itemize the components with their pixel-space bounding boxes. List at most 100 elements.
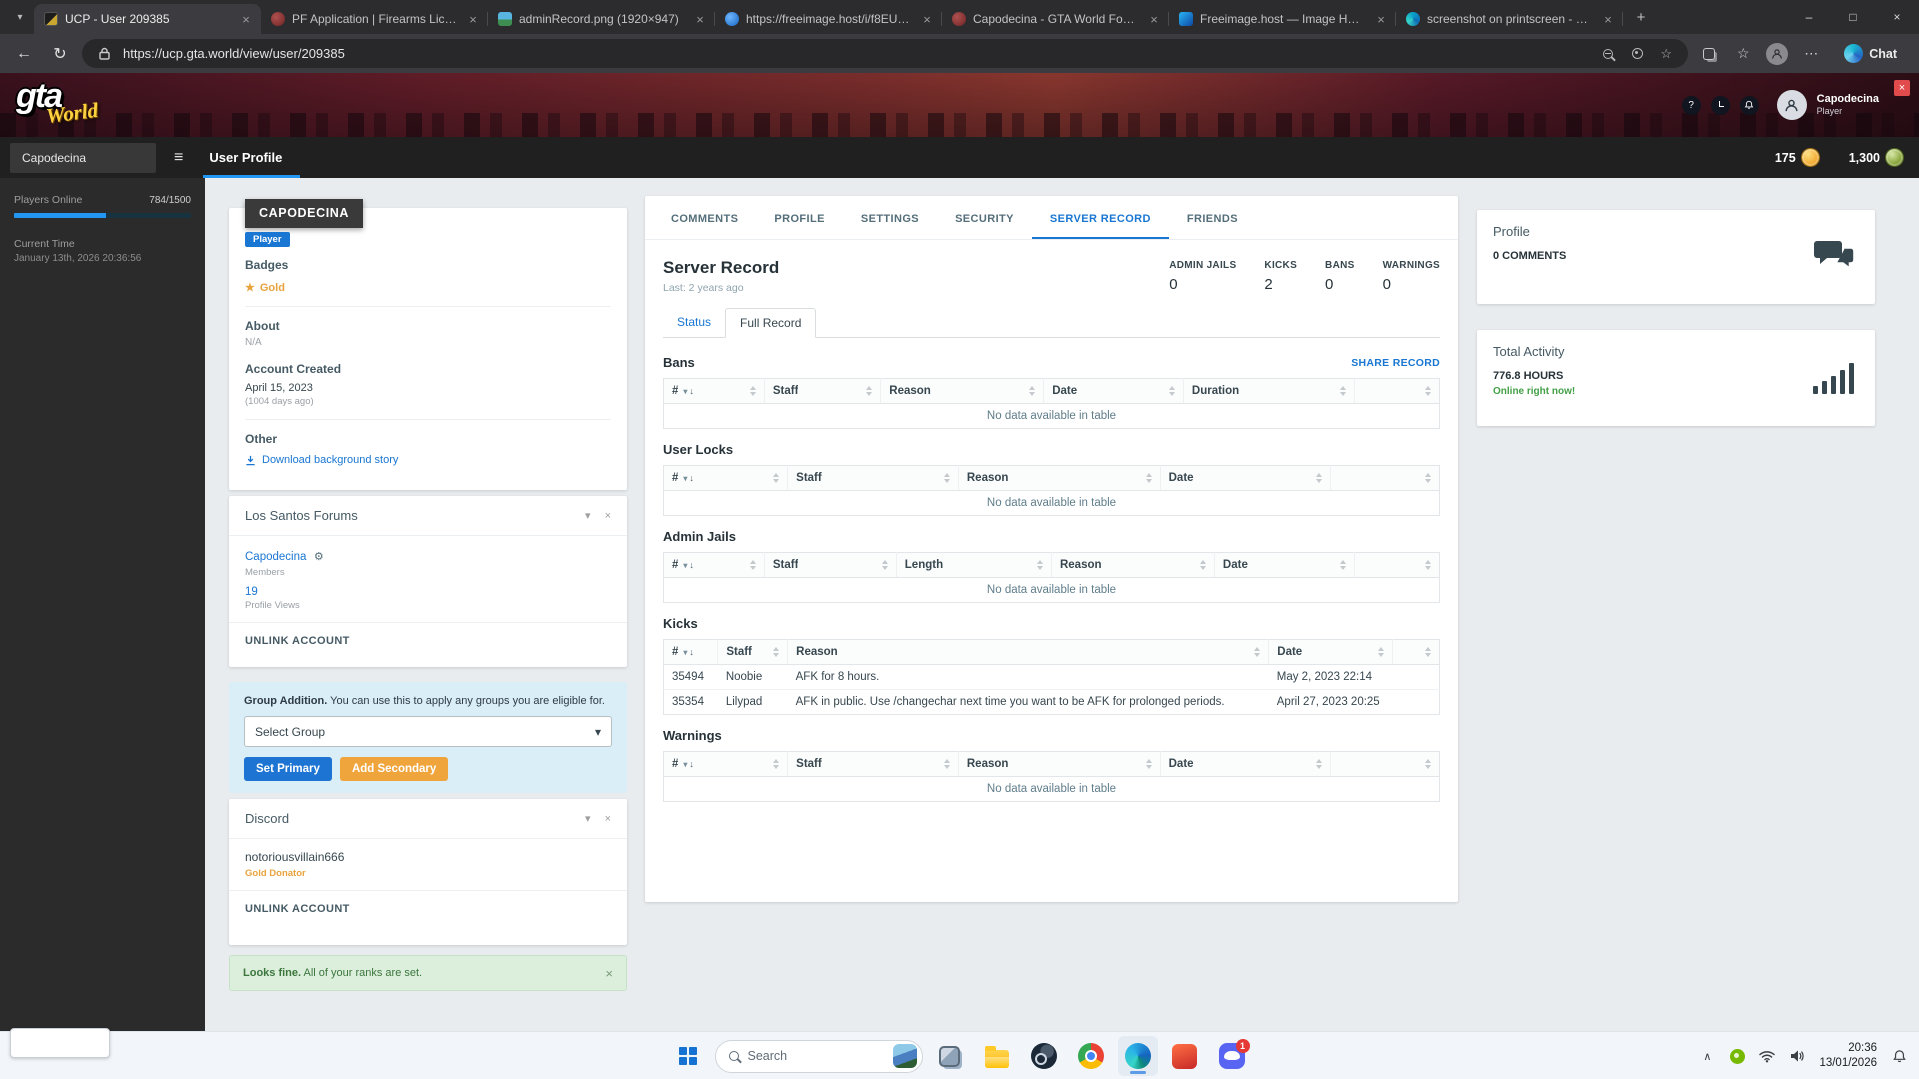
tab-comments[interactable]: COMMENTS: [653, 196, 756, 239]
forums-card-title: Los Santos Forums: [245, 508, 358, 523]
browser-tab-freeimage-link[interactable]: https://freeimage.host/i/f8EUFV9 ×: [715, 4, 942, 34]
wifi-icon[interactable]: [1755, 1042, 1779, 1070]
hamburger-icon[interactable]: ≡: [174, 149, 183, 167]
steam-button[interactable]: [1024, 1036, 1064, 1076]
tab-close-icon[interactable]: ×: [464, 10, 482, 28]
admin-jails-heading: Admin Jails: [663, 529, 736, 544]
subtab-status[interactable]: Status: [663, 308, 725, 337]
browser-tab-ucp[interactable]: UCP - User 209385 ×: [34, 4, 261, 34]
game-launcher-button[interactable]: [1165, 1036, 1205, 1076]
about-heading: About: [245, 319, 280, 333]
chrome-button[interactable]: [1071, 1036, 1111, 1076]
tab-title: PF Application | Firearms Licensin: [292, 12, 457, 26]
forum-account-link[interactable]: Capodecina: [245, 551, 306, 563]
browser-tab-admin-record-image[interactable]: adminRecord.png (1920×947) ×: [488, 4, 715, 34]
close-icon[interactable]: ×: [605, 510, 611, 522]
tab-close-icon[interactable]: ×: [691, 10, 709, 28]
chat-button[interactable]: Chat: [1832, 40, 1909, 67]
edge-button[interactable]: [1117, 1036, 1158, 1076]
alert-close-icon[interactable]: ×: [605, 966, 613, 981]
hidden-icons-button[interactable]: ∧: [1695, 1042, 1719, 1070]
zoom-out-icon[interactable]: [1598, 44, 1618, 64]
header-username: Capodecina: [1816, 93, 1879, 105]
gta-world-logo[interactable]: gta World: [16, 77, 146, 133]
profile-views-link[interactable]: 19: [245, 586, 611, 598]
bell-icon[interactable]: [1739, 95, 1759, 115]
tab-close-icon[interactable]: ×: [918, 10, 936, 28]
collapse-icon[interactable]: ▾: [585, 509, 591, 522]
browser-tab-freeimage-host[interactable]: Freeimage.host — Image Hosting ×: [1169, 4, 1396, 34]
new-tab-button[interactable]: +: [1629, 5, 1653, 29]
file-explorer-button[interactable]: [977, 1036, 1017, 1076]
favorites-icon[interactable]: ☆: [1730, 41, 1756, 67]
browser-tab-pf-application[interactable]: PF Application | Firearms Licensin ×: [261, 4, 488, 34]
volume-icon[interactable]: [1785, 1042, 1809, 1070]
maximize-button[interactable]: □: [1831, 0, 1875, 33]
tracking-prevention-icon[interactable]: [1627, 44, 1647, 64]
download-icon: [245, 455, 256, 466]
more-options-button[interactable]: ⋯: [1798, 41, 1824, 67]
forums-unlink-button[interactable]: UNLINK ACCOUNT: [229, 623, 627, 659]
add-secondary-button[interactable]: Add Secondary: [339, 757, 449, 781]
tab-friends[interactable]: FRIENDS: [1169, 196, 1256, 239]
taskbar-clock[interactable]: 20:36 13/01/2026: [1819, 1041, 1877, 1071]
discord-card-title: Discord: [245, 811, 290, 826]
tab-security[interactable]: SECURITY: [937, 196, 1032, 239]
notification-center-button[interactable]: [1887, 1042, 1911, 1070]
gold-badge: ★ Gold: [245, 281, 611, 295]
tab-profile[interactable]: PROFILE: [756, 196, 842, 239]
profile-avatar[interactable]: [1764, 41, 1790, 67]
site-navbar: Capodecina ≡ User Profile 175 1,300: [0, 137, 1919, 178]
tab-search-button[interactable]: ▾: [8, 5, 32, 29]
task-view-button[interactable]: [930, 1036, 970, 1076]
browser-tab-gta-forums[interactable]: Capodecina - GTA World Forums ×: [942, 4, 1169, 34]
record-subtabs: Status Full Record: [663, 308, 1440, 338]
address-bar[interactable]: https://ucp.gta.world/view/user/209385 ☆: [82, 39, 1689, 68]
set-primary-button[interactable]: Set Primary: [244, 757, 332, 781]
close-button[interactable]: ×: [1875, 0, 1919, 33]
close-icon[interactable]: ×: [605, 813, 611, 825]
add-favorite-icon[interactable]: ☆: [1656, 44, 1676, 64]
current-time-value: January 13th, 2026 20:36:56: [14, 253, 142, 264]
page-title[interactable]: User Profile: [203, 137, 301, 178]
help-icon[interactable]: ?: [1681, 95, 1701, 115]
tab-close-icon[interactable]: ×: [237, 10, 255, 28]
server-record-subtitle: Last: 2 years ago: [663, 282, 744, 294]
group-select[interactable]: Select Group ▾: [244, 716, 612, 747]
group-addition-panel: Group Addition. You can use this to appl…: [229, 682, 627, 793]
account-created-heading: Account Created: [245, 362, 342, 376]
nvidia-tray-icon[interactable]: [1725, 1042, 1749, 1070]
download-background-story-link[interactable]: Download background story: [245, 454, 611, 466]
user-avatar[interactable]: [1776, 90, 1807, 120]
tab-close-icon[interactable]: ×: [1599, 10, 1617, 28]
start-button[interactable]: [668, 1036, 708, 1076]
share-record-link[interactable]: SHARE RECORD: [1351, 357, 1440, 369]
collections-icon[interactable]: [1696, 41, 1722, 67]
stat-bans: BANS 0: [1325, 260, 1355, 293]
browser-tab-search[interactable]: screenshot on printscreen - Sear ×: [1396, 4, 1623, 34]
back-button[interactable]: ←: [10, 40, 38, 68]
download-link-label: Download background story: [262, 454, 399, 466]
sidebar-account-select[interactable]: Capodecina: [10, 142, 156, 173]
collapse-icon[interactable]: ▾: [585, 812, 591, 825]
minimize-button[interactable]: –: [1787, 0, 1831, 33]
gear-icon[interactable]: ⚙: [314, 551, 324, 563]
status-popup: [10, 1028, 110, 1058]
subtab-full-record[interactable]: Full Record: [725, 308, 817, 338]
group-addition-text: Group Addition. You can use this to appl…: [244, 695, 612, 707]
screen: ▾ UCP - User 209385 × PF Application | F…: [0, 0, 1919, 1079]
stat-warnings: WARNINGS 0: [1382, 260, 1440, 293]
tab-close-icon[interactable]: ×: [1145, 10, 1163, 28]
taskbar-search[interactable]: Search: [714, 1039, 923, 1073]
banner-close-button[interactable]: ×: [1894, 80, 1910, 96]
steam-icon: [1030, 1043, 1057, 1069]
tab-close-icon[interactable]: ×: [1372, 10, 1390, 28]
refresh-button[interactable]: ↻: [46, 40, 74, 68]
url-text[interactable]: https://ucp.gta.world/view/user/209385: [123, 46, 1589, 61]
clock-icon[interactable]: [1710, 95, 1730, 115]
game-launcher-icon: [1172, 1043, 1197, 1069]
tab-settings[interactable]: SETTINGS: [843, 196, 937, 239]
tab-server-record[interactable]: SERVER RECORD: [1032, 196, 1169, 239]
discord-unlink-button[interactable]: UNLINK ACCOUNT: [229, 891, 627, 927]
discord-button[interactable]: 1: [1212, 1036, 1252, 1076]
